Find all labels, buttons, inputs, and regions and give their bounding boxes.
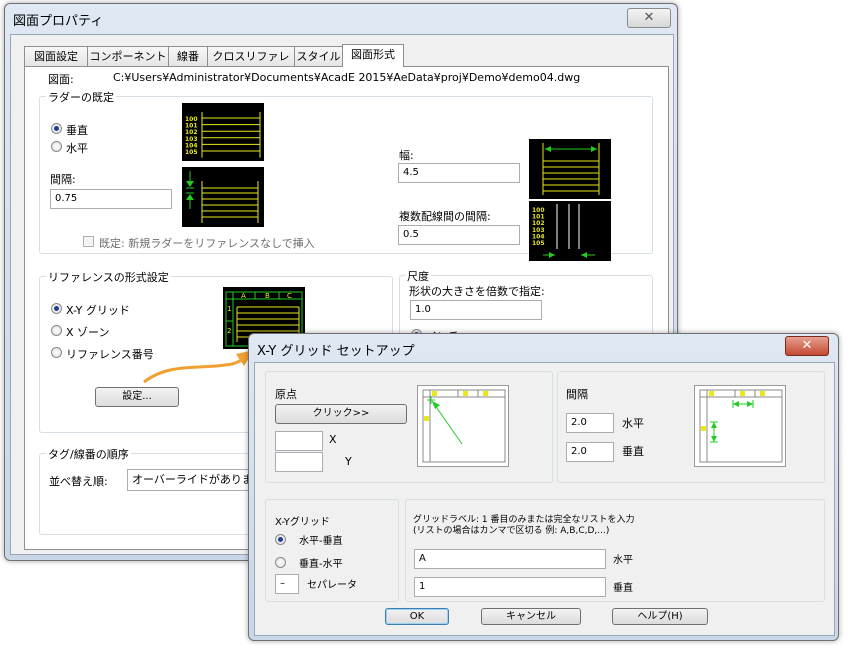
spacing-input[interactable]: 0.75 (50, 189, 172, 209)
feature-scale-input[interactable]: 1.0 (410, 300, 542, 320)
dialog-title: X-Y グリッド セットアップ (257, 344, 415, 359)
tab-wire-numbers[interactable]: 線番 (168, 46, 208, 67)
horizontal-vertical-label: 水平-垂直 (299, 536, 343, 547)
multi-wire-graphic: 100101102103104105 (532, 204, 595, 258)
grid-labels-hint: (リストの場合はカンマで区切る 例: A,B,C,D,...) (413, 526, 610, 536)
scale-title: 尺度 (405, 268, 431, 284)
sort-order-label: 並べ替え順: (49, 475, 108, 488)
ladder-number-label: 105 (532, 240, 545, 247)
width-preview (529, 139, 611, 199)
default-insert-checkbox[interactable] (83, 236, 94, 247)
spacing-label: 間隔: (50, 173, 76, 186)
reference-format-title: リファレンスの形式設定 (46, 269, 171, 285)
connector-arrow (143, 350, 254, 384)
horizontal-spacing-input[interactable]: 2.0 (566, 413, 614, 433)
tab-drawing-format[interactable]: 図面形式 (342, 44, 404, 67)
multi-spacing-input[interactable]: 0.5 (398, 225, 520, 245)
radio-horizontal-vertical[interactable] (275, 534, 286, 545)
ladder-spacing-graphic (186, 171, 259, 223)
pick-button[interactable]: クリック>> (275, 404, 407, 424)
setup-button[interactable]: 設定... (95, 387, 179, 407)
vertical-spacing-label: 垂直 (622, 445, 644, 458)
origin-label: 原点 (275, 388, 297, 401)
multi-spacing-label: 複数配線間の間隔: (399, 210, 491, 223)
grid-row-label: 1 (227, 305, 231, 313)
help-button[interactable]: ヘルプ(H) (612, 608, 708, 625)
connector-curve (143, 352, 250, 384)
radio-vertical-horizontal[interactable] (275, 557, 286, 568)
y-label: Y (345, 455, 352, 468)
multi-wire-preview: 100 101 102 103 104 105 (529, 201, 611, 261)
origin-graphic (422, 389, 506, 463)
tab-styles[interactable]: スタイル (294, 46, 343, 67)
dialog-close-button[interactable]: ✕ (785, 336, 829, 356)
vertical-horizontal-label: 垂直-水平 (299, 559, 343, 570)
grid-col-label: A (241, 292, 246, 300)
origin-x-input[interactable] (275, 431, 323, 451)
origin-preview (417, 385, 509, 467)
horizontal-label-input[interactable]: A (414, 549, 606, 569)
ladder-preview-spacing (182, 167, 264, 227)
grid-col-label: C (287, 292, 292, 300)
radio-horizontal[interactable] (51, 141, 62, 152)
horizontal-spacing-label: 水平 (622, 417, 644, 430)
x-label: X (329, 433, 337, 446)
tag-sequence-title: タグ/線番の順序 (46, 446, 131, 462)
radio-vertical[interactable] (51, 123, 62, 134)
width-label: 幅: (399, 149, 414, 162)
spacing-preview (694, 385, 786, 467)
drawing-path: C:¥Users¥Administrator¥Documents¥AcadE 2… (113, 71, 581, 84)
vertical-label: 垂直 (66, 124, 88, 137)
separator-input[interactable]: – (275, 574, 299, 594)
ladder-preview-numbers: 100 101 102 103 104 105 (182, 103, 264, 161)
radio-reference-number[interactable] (51, 347, 62, 358)
dialog-spacing-label: 間隔 (566, 388, 588, 401)
window-title: 図面プロパティ (13, 14, 104, 29)
origin-y-input[interactable] (275, 452, 323, 472)
xy-grid-label: X-Y グリッド (66, 304, 130, 317)
feature-scale-label: 形状の大きさを倍数で指定: (409, 285, 545, 298)
xy-grid-setup-dialog: X-Y グリッド セットアップ ✕ 原点 クリック>> X Y 間隔 2.0 水… (248, 333, 839, 641)
default-insert-label: 既定: 新規ラダーをリファレンスなしで挿入 (99, 237, 315, 250)
separator-label: セパレータ (307, 580, 357, 591)
grid-row-label: 2 (227, 327, 231, 335)
ladder-number-label: 105 (185, 149, 198, 156)
tab-cross-reference[interactable]: クロスリファレンス (207, 46, 295, 82)
tab-components[interactable]: コンポーネント (87, 46, 169, 67)
vertical-label-input[interactable]: 1 (414, 577, 606, 597)
close-button[interactable]: ✕ (627, 8, 671, 28)
x-zone-label: X ゾーン (66, 326, 110, 339)
vertical-spacing-input[interactable]: 2.0 (566, 442, 614, 462)
radio-x-zone[interactable] (51, 325, 62, 336)
width-input[interactable]: 4.5 (398, 163, 520, 183)
spacing-graphic (699, 389, 783, 463)
cancel-button[interactable]: キャンセル (481, 608, 581, 625)
dialog-client: 原点 クリック>> X Y 間隔 2.0 水平 2.0 垂直 X-Yグリッド 水… (254, 362, 835, 636)
radio-xy-grid[interactable] (51, 303, 62, 314)
xy-grid-group-title: X-Yグリッド (275, 517, 330, 528)
ok-button[interactable]: OK (385, 608, 449, 625)
tab-drawing-settings[interactable]: 図面設定 (24, 46, 88, 67)
width-graphic (542, 143, 600, 195)
horizontal-label: 水平 (66, 142, 88, 155)
ladder-defaults-title: ラダーの既定 (46, 89, 116, 105)
ladder-numbers-graphic: 100101102103104105 (185, 112, 261, 158)
vertical-label-caption: 垂直 (613, 583, 633, 594)
grid-col-label: B (265, 292, 270, 300)
drawing-label: 図面: (48, 73, 74, 86)
horizontal-label-caption: 水平 (613, 555, 633, 566)
